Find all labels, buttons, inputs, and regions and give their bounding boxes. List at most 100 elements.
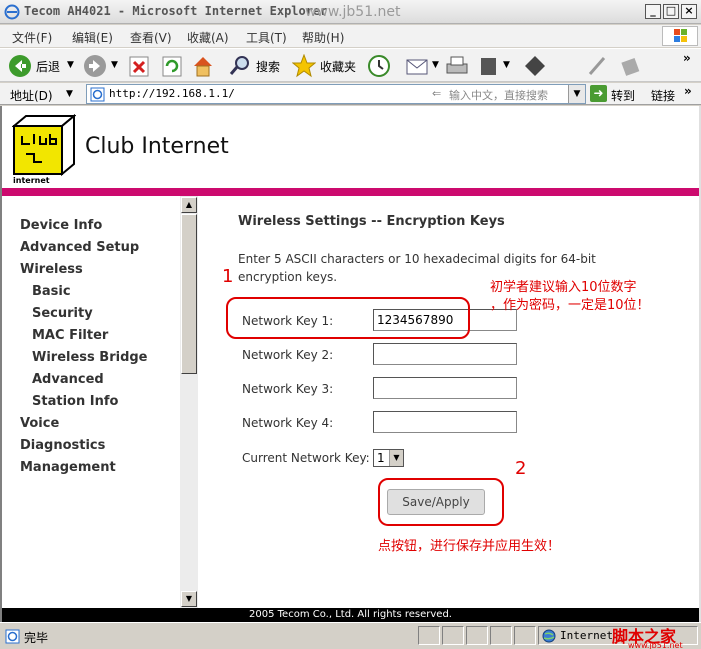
stop-icon[interactable]: [128, 54, 150, 78]
nav-advanced-setup[interactable]: Advanced Setup: [20, 240, 139, 255]
annotation-number-1: 1: [222, 266, 234, 287]
nav-wireless-bridge[interactable]: Wireless Bridge: [32, 350, 148, 365]
status-cell-2: [442, 626, 464, 645]
address-label: 地址(D): [10, 89, 53, 103]
research-icon[interactable]: [618, 54, 642, 78]
nav-device-info[interactable]: Device Info: [20, 218, 102, 233]
edit-icon[interactable]: [478, 54, 500, 78]
address-url: http://192.168.1.1/: [109, 87, 235, 100]
left-navigation: Device Info Advanced Setup Wireless Basi…: [2, 196, 180, 606]
internet-zone-globe-icon: [542, 629, 556, 643]
status-bar: 完毕 Internet 脚本之家 www.jb51.net: [0, 622, 701, 649]
search-label[interactable]: 搜索: [256, 58, 280, 75]
address-input[interactable]: http://192.168.1.1/ ⇐ 输入中文，直接搜索 ▼: [86, 84, 586, 104]
ie-icon: [4, 4, 20, 20]
hint-arrow-icon: ⇐: [432, 87, 442, 100]
forward-arrow-icon[interactable]: [83, 54, 107, 78]
mail-dropdown-icon[interactable]: ▼: [432, 60, 439, 70]
mail-icon[interactable]: [405, 54, 431, 78]
nav-wireless-security[interactable]: Security: [32, 306, 93, 321]
annotation-note-1-line-2: ，作为密码，一定是10位！: [490, 298, 650, 313]
go-button[interactable]: 转到: [611, 87, 635, 104]
back-arrow-icon[interactable]: [8, 54, 32, 78]
history-icon[interactable]: [367, 54, 391, 78]
page-title: Wireless Settings -- Encryption Keys: [238, 214, 505, 229]
status-cell-5: [514, 626, 536, 645]
messenger-icon[interactable]: [586, 54, 610, 78]
current-network-key-select[interactable]: 1 ▼: [373, 449, 404, 467]
scroll-thumb[interactable]: [181, 214, 197, 374]
address-history-dropdown-icon[interactable]: ▼: [66, 89, 73, 99]
page-icon: [90, 87, 105, 102]
network-key-3-label: Network Key 3:: [242, 382, 334, 396]
status-cell-1: [418, 626, 440, 645]
nav-wireless[interactable]: Wireless: [20, 262, 83, 277]
status-text: 完毕: [24, 631, 49, 645]
discuss-icon[interactable]: [523, 54, 547, 78]
page-done-icon: [5, 629, 20, 644]
address-dropdown-icon[interactable]: ▼: [568, 85, 585, 103]
browser-page: internet Club Internet Device Info Advan…: [0, 106, 701, 622]
nav-wireless-advanced[interactable]: Advanced: [32, 372, 104, 387]
maximize-button[interactable]: □: [663, 4, 679, 19]
menu-edit[interactable]: 编辑(E): [72, 29, 113, 46]
back-dropdown-icon[interactable]: ▼: [67, 60, 74, 70]
menu-tools[interactable]: 工具(T): [246, 29, 287, 46]
corner-watermark-url: www.jb51.net: [628, 641, 683, 649]
network-key-2-field[interactable]: [373, 343, 517, 365]
minimize-button[interactable]: _: [645, 4, 661, 19]
edit-dropdown-icon[interactable]: ▼: [503, 60, 510, 70]
scroll-down-icon[interactable]: ▼: [181, 591, 197, 607]
scroll-up-icon[interactable]: ▲: [181, 197, 197, 213]
menu-help[interactable]: 帮助(H): [302, 29, 344, 46]
print-icon[interactable]: [444, 54, 470, 78]
annotation-number-2: 2: [515, 458, 527, 479]
page-header: internet Club Internet: [2, 106, 699, 188]
nav-station-info[interactable]: Station Info: [32, 394, 118, 409]
favorites-label[interactable]: 收藏夹: [320, 58, 356, 75]
network-key-4-field[interactable]: [373, 411, 517, 433]
main-content: Wireless Settings -- Encryption Keys Ent…: [198, 196, 699, 608]
network-key-3-field[interactable]: [373, 377, 517, 399]
menu-file[interactable]: 文件(F): [12, 29, 52, 46]
network-key-4-label: Network Key 4:: [242, 416, 334, 430]
nav-voice[interactable]: Voice: [20, 416, 59, 431]
nav-wireless-mac-filter[interactable]: MAC Filter: [32, 328, 108, 343]
page-footer: 2005 Tecom Co., Ltd. All rights reserved…: [2, 608, 699, 622]
search-icon[interactable]: [228, 54, 252, 78]
refresh-icon[interactable]: [161, 54, 183, 78]
select-dropdown-icon[interactable]: ▼: [389, 450, 403, 466]
menu-favorites[interactable]: 收藏(A): [187, 29, 229, 46]
security-zone: Internet: [560, 629, 613, 642]
annotation-note-1-line-1: 初学者建议输入10位数字: [490, 280, 637, 295]
svg-text:internet: internet: [13, 176, 50, 184]
back-label[interactable]: 后退: [36, 58, 60, 75]
close-button[interactable]: ×: [681, 4, 697, 19]
address-hint: 输入中文，直接搜索: [449, 89, 548, 102]
watermark-text: www.jb51.net: [305, 4, 401, 20]
toolbar-overflow-icon[interactable]: »: [683, 51, 691, 65]
favorites-star-icon[interactable]: [292, 54, 316, 78]
nav-diagnostics[interactable]: Diagnostics: [20, 438, 105, 453]
nav-scrollbar[interactable]: ▲ ▼: [180, 196, 198, 608]
nav-management[interactable]: Management: [20, 460, 116, 475]
links-button[interactable]: 链接: [651, 87, 675, 104]
status-cell-4: [490, 626, 512, 645]
go-arrow-icon[interactable]: ➜: [590, 85, 607, 102]
links-overflow-icon[interactable]: »: [684, 84, 692, 98]
nav-wireless-basic[interactable]: Basic: [32, 284, 71, 299]
status-cell-3: [466, 626, 488, 645]
menu-view[interactable]: 查看(V): [130, 29, 172, 46]
current-network-key-label: Current Network Key:: [242, 451, 370, 465]
address-bar: 地址(D) ▼ http://192.168.1.1/ ⇐ 输入中文，直接搜索 …: [0, 83, 701, 105]
club-internet-logo: internet: [12, 114, 76, 184]
annotation-box-2: [378, 478, 504, 526]
annotation-box-1: [226, 297, 470, 339]
current-network-key-value: 1: [377, 451, 385, 465]
windows-logo-icon: [662, 26, 698, 46]
forward-dropdown-icon[interactable]: ▼: [111, 60, 118, 70]
home-icon[interactable]: [191, 54, 215, 78]
title-bar: Tecom AH4021 - Microsoft Internet Explor…: [0, 0, 701, 24]
menu-bar: 文件(F) 编辑(E) 查看(V) 收藏(A) 工具(T) 帮助(H): [0, 25, 701, 47]
accent-bar: [2, 188, 699, 196]
